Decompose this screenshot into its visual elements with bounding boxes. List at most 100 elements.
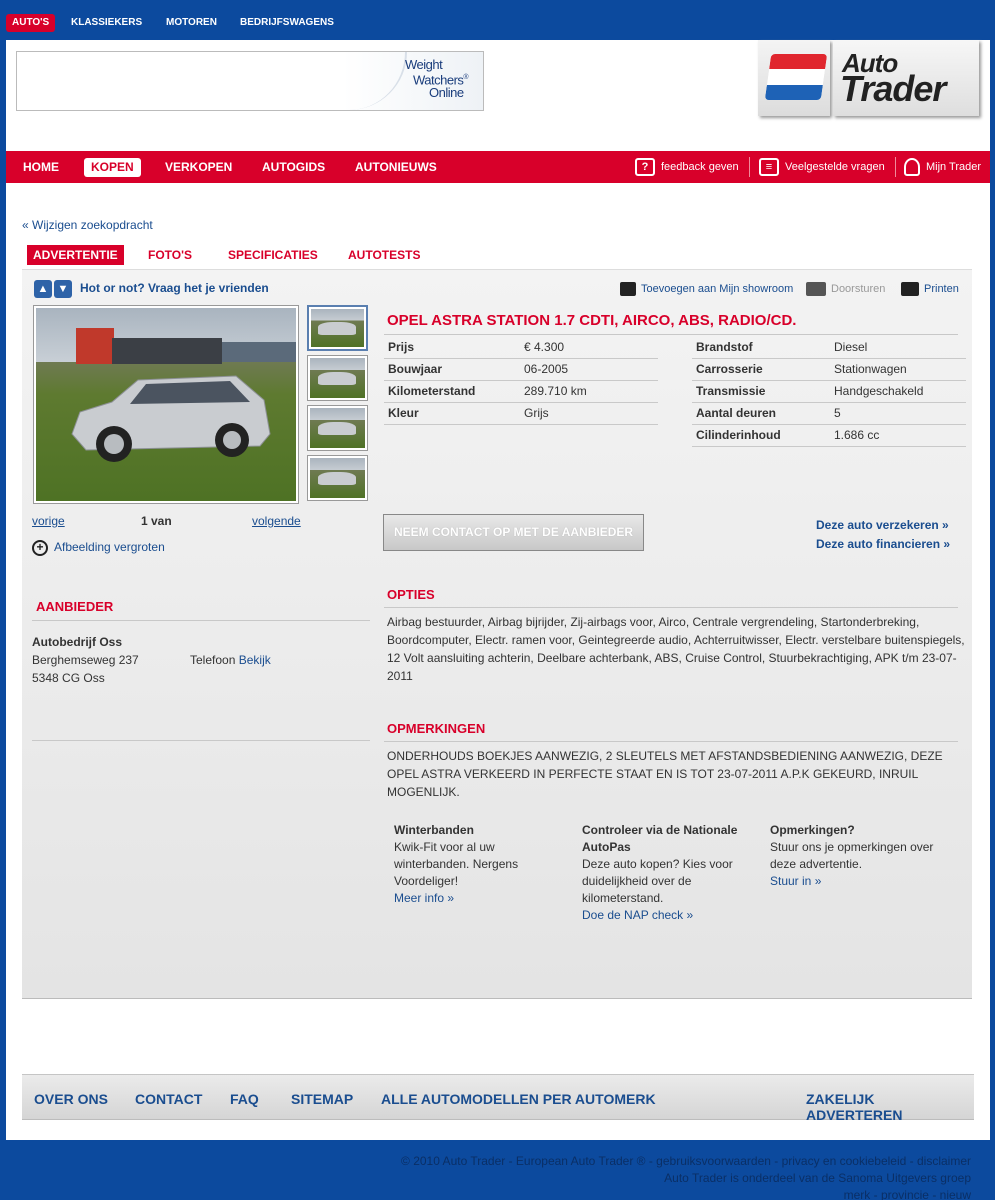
thumbnail-2[interactable] xyxy=(307,355,368,401)
prev-photo-link[interactable]: vorige xyxy=(32,514,65,528)
tab-advertentie[interactable]: ADVERTENTIE xyxy=(27,245,124,265)
divider xyxy=(384,334,958,335)
banner-logo-line3: Online xyxy=(429,85,464,101)
contact-dealer-button[interactable]: NEEM CONTACT OP MET DE AANBIEDER xyxy=(383,514,644,551)
dealer-street: Berghemseweg 237 xyxy=(32,653,139,667)
thumbnail-3[interactable] xyxy=(307,405,368,451)
photo-counter: 1 van xyxy=(141,514,172,528)
flag-stripe-white xyxy=(766,69,826,85)
faq-link[interactable]: ≡ Veelgestelde vragen xyxy=(759,151,885,183)
spec-label: Aantal deuren xyxy=(692,402,830,425)
tab-fotos[interactable]: FOTO'S xyxy=(142,245,198,265)
hot-or-not[interactable]: ▲ ▼ Hot or not? Vraag het je vrienden xyxy=(34,278,269,298)
footer-nav: OVER ONS CONTACT FAQ SITEMAP ALLE AUTOMO… xyxy=(22,1074,974,1123)
promo-link[interactable]: Stuur in » xyxy=(770,874,821,888)
spec-label: Brandstof xyxy=(692,336,830,359)
nav-separator xyxy=(749,157,750,177)
promo-link[interactable]: Meer info » xyxy=(394,891,454,905)
promo-text: Stuur ons je opmerkingen over deze adver… xyxy=(770,840,934,871)
nav-verkopen[interactable]: VERKOPEN xyxy=(158,158,239,177)
mijn-trader-link[interactable]: Mijn Trader xyxy=(904,151,981,183)
dealer-phone: Telefoon Bekijk xyxy=(190,653,271,667)
nav-kopen[interactable]: KOPEN xyxy=(84,158,141,177)
insure-car-link[interactable]: Deze auto verzekeren » xyxy=(816,516,950,535)
dealer-name: Autobedrijf Oss xyxy=(32,635,123,649)
printer-icon xyxy=(901,282,919,297)
spec-row: Transmissie Handgeschakeld xyxy=(692,380,966,403)
topnav-autos[interactable]: AUTO'S xyxy=(6,14,56,32)
banner-logo-line1: Weight xyxy=(405,57,443,72)
copyright: © 2010 Auto Trader - European Auto Trade… xyxy=(401,1153,971,1200)
footer-faq[interactable]: FAQ xyxy=(230,1091,259,1107)
copyright-line2: Auto Trader is onderdeel van de Sanoma U… xyxy=(664,1171,971,1185)
enlarge-photo-link[interactable]: + Afbeelding vergroten xyxy=(32,538,165,556)
promo-title: Winterbanden xyxy=(394,823,474,837)
thumbs-down-icon[interactable]: ▼ xyxy=(54,279,72,298)
flag-icon xyxy=(764,54,828,100)
tab-specificaties[interactable]: SPECIFICATIES xyxy=(222,245,324,265)
promo-winterbanden: Winterbanden Kwik-Fit voor al uw winterb… xyxy=(394,822,559,907)
footer-automodellen[interactable]: ALLE AUTOMODELLEN PER AUTOMERK xyxy=(381,1091,656,1107)
spec-label: Carrosserie xyxy=(692,358,830,381)
ad-banner[interactable]: Weight Watchers® Online xyxy=(16,51,484,111)
spec-row: Bouwjaar 06-2005 xyxy=(384,358,658,381)
promo-title: Opmerkingen? xyxy=(770,823,855,837)
promo-link[interactable]: Doe de NAP check » xyxy=(582,908,693,922)
add-to-showroom-link[interactable]: Toevoegen aan Mijn showroom xyxy=(620,280,793,298)
spec-value: Diesel xyxy=(830,336,966,359)
divider xyxy=(384,607,958,608)
spec-value: 289.710 km xyxy=(520,380,658,403)
user-icon xyxy=(904,158,920,177)
tab-autotests[interactable]: AUTOTESTS xyxy=(342,245,426,265)
next-photo-link[interactable]: volgende xyxy=(252,514,301,528)
prev-photo-label[interactable]: vorige xyxy=(32,514,65,528)
nav-autonieuws[interactable]: AUTONIEUWS xyxy=(348,158,444,177)
spec-row: Cilinderinhoud 1.686 cc xyxy=(692,424,966,447)
phone-label: Telefoon xyxy=(190,653,236,667)
banner-logo-line2: Watchers® xyxy=(413,72,469,88)
print-link[interactable]: Printen xyxy=(901,280,959,298)
footer-zakelijk-adverteren[interactable]: ZAKELIJK ADVERTEREN xyxy=(806,1091,974,1123)
forward-link[interactable]: Doorsturen xyxy=(806,280,885,298)
divider xyxy=(384,741,958,742)
options-title: OPTIES xyxy=(387,587,435,602)
footer-sitemap[interactable]: SITEMAP xyxy=(291,1091,353,1107)
faq-label: Veelgestelde vragen xyxy=(785,161,885,173)
nav-separator xyxy=(895,157,896,177)
thumbnail-strip xyxy=(307,305,369,505)
photo-hangar xyxy=(222,342,296,362)
thumbs-up-icon[interactable]: ▲ xyxy=(34,279,52,298)
show-phone-link[interactable]: Bekijk xyxy=(239,653,271,667)
thumbnail-1[interactable] xyxy=(307,305,368,351)
car-title: OPEL ASTRA STATION 1.7 CDTI, AIRCO, ABS,… xyxy=(387,312,797,329)
page-container: Weight Watchers® Online Auto Trader HOME… xyxy=(6,40,990,1140)
main-nav: HOME KOPEN VERKOPEN AUTOGIDS AUTONIEUWS … xyxy=(6,151,990,183)
copyright-line1: © 2010 Auto Trader - European Auto Trade… xyxy=(401,1154,971,1168)
banner-swoosh xyxy=(347,52,407,110)
banner-logo: Weight Watchers® Online xyxy=(405,58,485,99)
finance-car-link[interactable]: Deze auto financieren » xyxy=(816,535,950,554)
footer-contact[interactable]: CONTACT xyxy=(135,1091,202,1107)
topnav-bedrijfswagens[interactable]: BEDRIJFSWAGENS xyxy=(234,14,340,32)
feedback-link[interactable]: ? feedback geven xyxy=(635,151,739,183)
thumbnail-image xyxy=(310,408,365,448)
logo-flag-box xyxy=(758,40,830,116)
topnav-motoren[interactable]: MOTOREN xyxy=(160,14,223,32)
flag-stripe-red xyxy=(769,54,828,70)
ad-panel: ▲ ▼ Hot or not? Vraag het je vrienden Toev… xyxy=(22,269,972,999)
footer-over-ons[interactable]: OVER ONS xyxy=(34,1091,108,1107)
forward-label: Doorsturen xyxy=(831,283,886,295)
side-links: Deze auto verzekeren » Deze auto financi… xyxy=(816,516,950,554)
spec-value: Grijs xyxy=(520,402,658,425)
question-icon: ? xyxy=(635,158,655,177)
change-search-link[interactable]: « Wijzigen zoekopdracht xyxy=(22,218,153,232)
autotrader-logo[interactable]: Auto Trader xyxy=(756,40,980,116)
main-car-photo[interactable] xyxy=(33,305,299,504)
nav-autogids[interactable]: AUTOGIDS xyxy=(255,158,332,177)
photo-building-red xyxy=(76,328,114,364)
nav-home[interactable]: HOME xyxy=(16,158,66,177)
thumbnail-4[interactable] xyxy=(307,455,368,501)
detail-tabs: ADVERTENTIE FOTO'S SPECIFICATIES AUTOTES… xyxy=(22,245,972,267)
next-photo-label[interactable]: volgende xyxy=(252,514,301,528)
topnav-klassiekers[interactable]: KLASSIEKERS xyxy=(65,14,148,32)
